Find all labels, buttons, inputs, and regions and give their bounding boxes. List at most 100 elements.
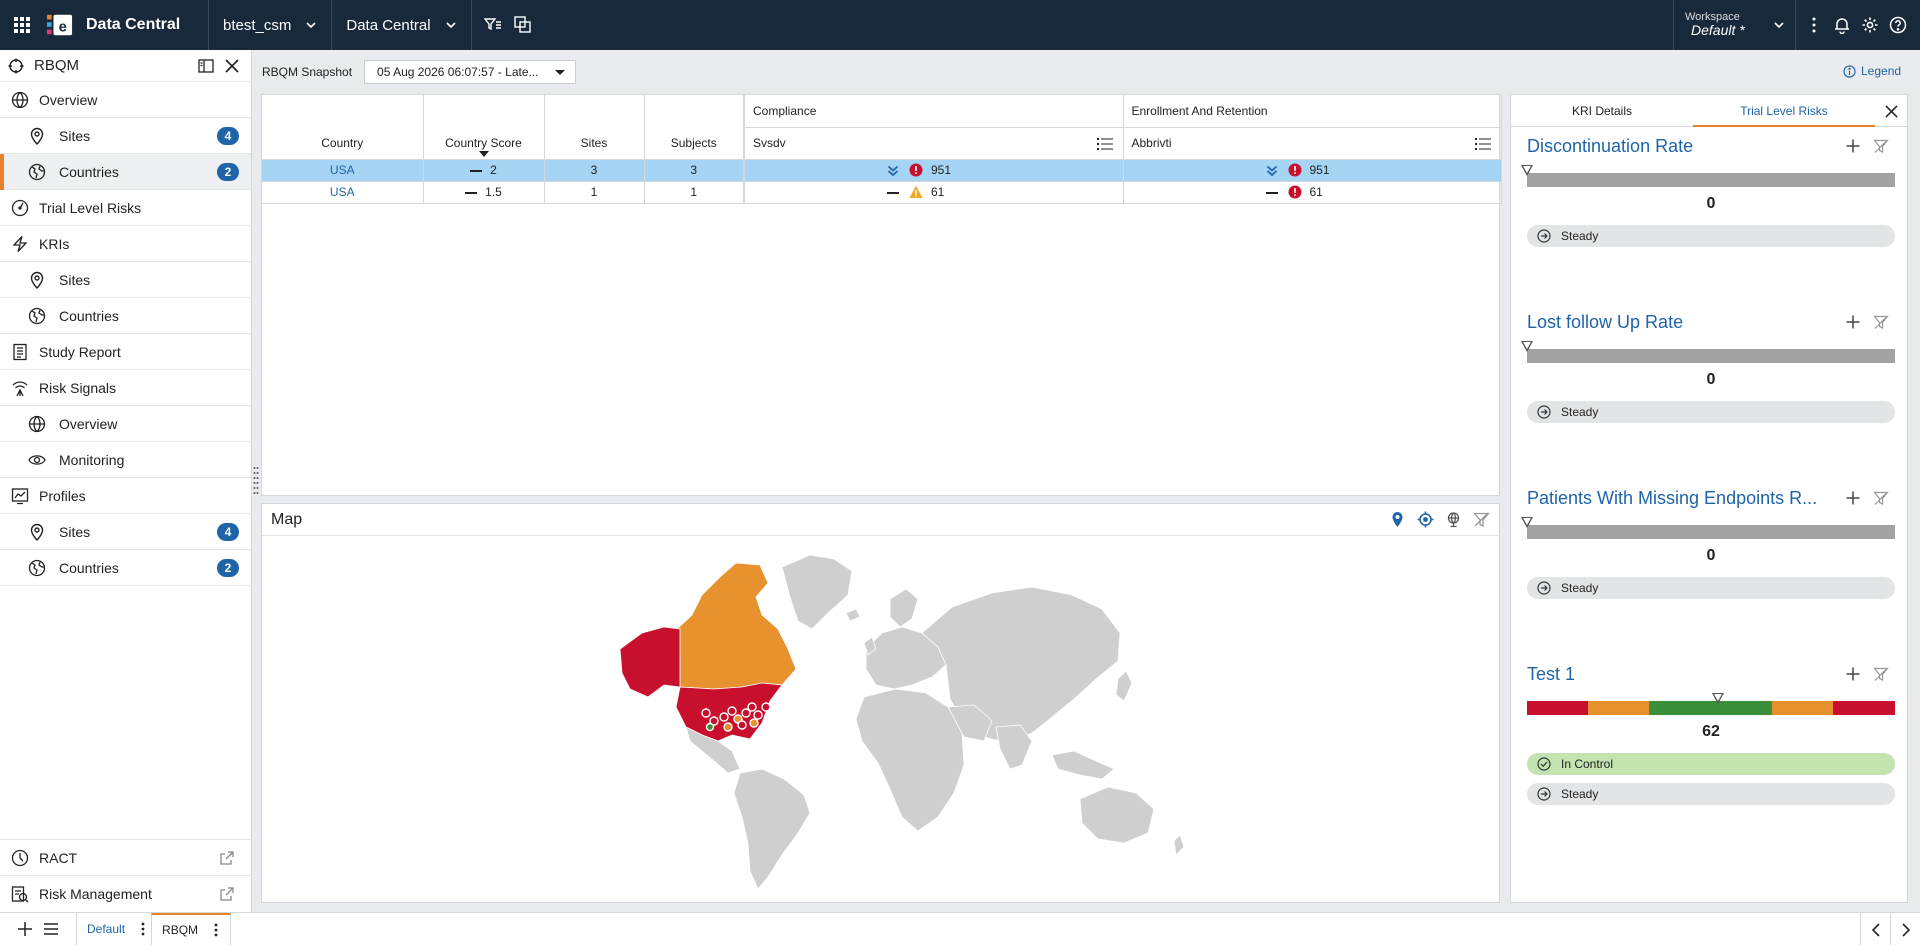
column-header-country[interactable]: Country xyxy=(262,95,424,160)
kri-title[interactable]: Patients With Missing Endpoints R... xyxy=(1527,488,1839,509)
filter-kri-button[interactable] xyxy=(1867,134,1895,158)
cell-abbrivti[interactable]: 61 xyxy=(1123,181,1502,204)
bottom-tab-rbqm[interactable]: RBQM xyxy=(151,913,232,945)
sidebar-item-sites[interactable]: Sites 4 xyxy=(0,118,251,154)
signal-icon xyxy=(10,378,30,398)
column-menu-icon[interactable] xyxy=(1474,137,1491,151)
filter-off-icon xyxy=(1873,491,1889,505)
crosshair-icon[interactable] xyxy=(1411,506,1439,534)
cell-country-score: 1.5 xyxy=(423,181,545,204)
filter-kri-button[interactable] xyxy=(1867,486,1895,510)
column-header-abbrivti[interactable]: Abbrivti xyxy=(1123,127,1502,160)
sidebar-item-study-report[interactable]: Study Report xyxy=(0,334,251,370)
sidebar-item-risk-management[interactable]: Risk Management xyxy=(0,876,251,912)
chevron-right-icon[interactable] xyxy=(1890,913,1920,945)
add-icon[interactable] xyxy=(12,913,38,945)
filter-list-icon[interactable] xyxy=(478,0,508,50)
countries-globe-icon xyxy=(27,558,47,578)
external-link-icon[interactable] xyxy=(219,886,235,902)
kri-title[interactable]: Test 1 xyxy=(1527,664,1839,685)
target-icon xyxy=(8,58,24,73)
snapshot-value: 05 Aug 2026 06:07:57 - Late... xyxy=(377,65,539,79)
module-selector[interactable]: Data Central xyxy=(332,0,470,50)
kri-title[interactable]: Lost follow Up Rate xyxy=(1527,312,1839,333)
tab-trial-level-risks[interactable]: Trial Level Risks xyxy=(1693,95,1875,127)
location-pin-icon[interactable] xyxy=(1383,506,1411,534)
cell-country[interactable]: USA xyxy=(262,181,424,204)
tab-kri-details[interactable]: KRI Details xyxy=(1511,95,1693,126)
bottom-tab-default[interactable]: Default xyxy=(76,913,151,945)
kri-card: Discontinuation Rate 0 Steady xyxy=(1521,133,1895,247)
bell-icon[interactable] xyxy=(1828,0,1856,50)
external-link-icon[interactable] xyxy=(219,850,235,866)
south-america-region xyxy=(733,768,811,890)
apps-grid-icon[interactable] xyxy=(0,0,44,50)
sidebar-item-sites[interactable]: Sites 4 xyxy=(0,514,251,550)
column-header-country-score[interactable]: Country Score xyxy=(423,95,545,160)
sidebar-item-label: Monitoring xyxy=(59,451,125,468)
add-kri-button[interactable] xyxy=(1839,486,1867,510)
kri-value: 0 xyxy=(1706,195,1716,212)
column-header-sites[interactable]: Sites xyxy=(544,95,645,160)
snapshot-select[interactable]: 05 Aug 2026 06:07:57 - Late... xyxy=(364,60,577,84)
sidebar-item-overview[interactable]: Overview xyxy=(0,406,251,442)
filter-off-icon[interactable] xyxy=(1467,506,1495,534)
copy-frames-icon[interactable] xyxy=(508,0,538,50)
cell-svsdv[interactable]: 951 xyxy=(744,159,1124,182)
sidebar-item-kris[interactable]: KRIs xyxy=(0,226,251,262)
add-kri-button[interactable] xyxy=(1839,310,1867,334)
chevron-left-icon[interactable] xyxy=(1860,913,1890,945)
table-row[interactable]: USA 1.5 1 1 61 61 xyxy=(262,181,1502,204)
sidebar-resize-handle[interactable] xyxy=(253,465,259,495)
sidebar-item-trial-level-risks[interactable]: Trial Level Risks xyxy=(0,190,251,226)
sidebar-item-sites[interactable]: Sites xyxy=(0,262,251,298)
sidebar-item-countries[interactable]: Countries xyxy=(0,298,251,334)
more-vertical-icon[interactable] xyxy=(1800,0,1828,50)
country-link[interactable]: USA xyxy=(330,163,355,177)
add-kri-button[interactable] xyxy=(1839,134,1867,158)
double-chevron-down-icon xyxy=(887,166,899,177)
panel-toggle-icon[interactable] xyxy=(193,53,219,79)
column-menu-icon[interactable] xyxy=(1096,137,1113,151)
table-row[interactable]: USA 2 3 3 951 951 xyxy=(262,159,1502,182)
more-vertical-icon[interactable] xyxy=(208,923,224,937)
cell-abbrivti[interactable]: 951 xyxy=(1123,159,1502,182)
column-header-svsdv[interactable]: Svsdv xyxy=(744,127,1124,160)
sidebar-item-profiles[interactable]: Profiles xyxy=(0,478,251,514)
count-badge: 2 xyxy=(217,558,239,577)
world-map[interactable] xyxy=(262,537,1499,902)
close-icon[interactable] xyxy=(219,53,245,79)
study-selector[interactable]: btest_csm xyxy=(209,0,331,50)
workspace-selector[interactable]: Workspace Default * xyxy=(1673,0,1785,50)
globe-reset-icon[interactable] xyxy=(1439,506,1467,534)
trend-badge: Steady xyxy=(1527,401,1895,423)
flat-trend-icon xyxy=(470,169,483,172)
close-icon[interactable] xyxy=(1875,95,1907,127)
country-link[interactable]: USA xyxy=(330,185,355,199)
column-header-subjects[interactable]: Subjects xyxy=(644,95,745,160)
sidebar-item-countries[interactable]: Countries 2 xyxy=(0,550,251,586)
sidebar-item-risk-signals[interactable]: Risk Signals xyxy=(0,370,251,406)
gear-icon[interactable] xyxy=(1856,0,1884,50)
sidebar-item-label: Sites xyxy=(59,127,91,144)
sidebar-item-monitoring[interactable]: Monitoring xyxy=(0,442,251,478)
cell-country[interactable]: USA xyxy=(262,159,424,182)
kri-title[interactable]: Discontinuation Rate xyxy=(1527,136,1839,157)
more-vertical-icon[interactable] xyxy=(135,922,151,936)
kri-value: 62 xyxy=(1702,723,1720,740)
cell-svsdv[interactable]: 61 xyxy=(744,181,1124,204)
eye-icon xyxy=(27,450,47,470)
legend-link[interactable]: Legend xyxy=(1843,64,1901,78)
filter-kri-button[interactable] xyxy=(1867,310,1895,334)
sidebar-item-overview[interactable]: Overview xyxy=(0,82,251,118)
circle-arrow-icon xyxy=(1537,405,1551,419)
sidebar-item-ract[interactable]: RACT xyxy=(0,840,251,876)
filter-kri-button[interactable] xyxy=(1867,662,1895,686)
kri-gauge xyxy=(1521,517,1895,539)
chevron-down-icon xyxy=(1774,22,1784,29)
add-kri-button[interactable] xyxy=(1839,662,1867,686)
sidebar-item-countries[interactable]: Countries 2 xyxy=(0,154,251,190)
menu-icon[interactable] xyxy=(38,913,64,945)
help-icon[interactable] xyxy=(1884,0,1912,50)
sidebar-item-label: Countries xyxy=(59,559,119,576)
